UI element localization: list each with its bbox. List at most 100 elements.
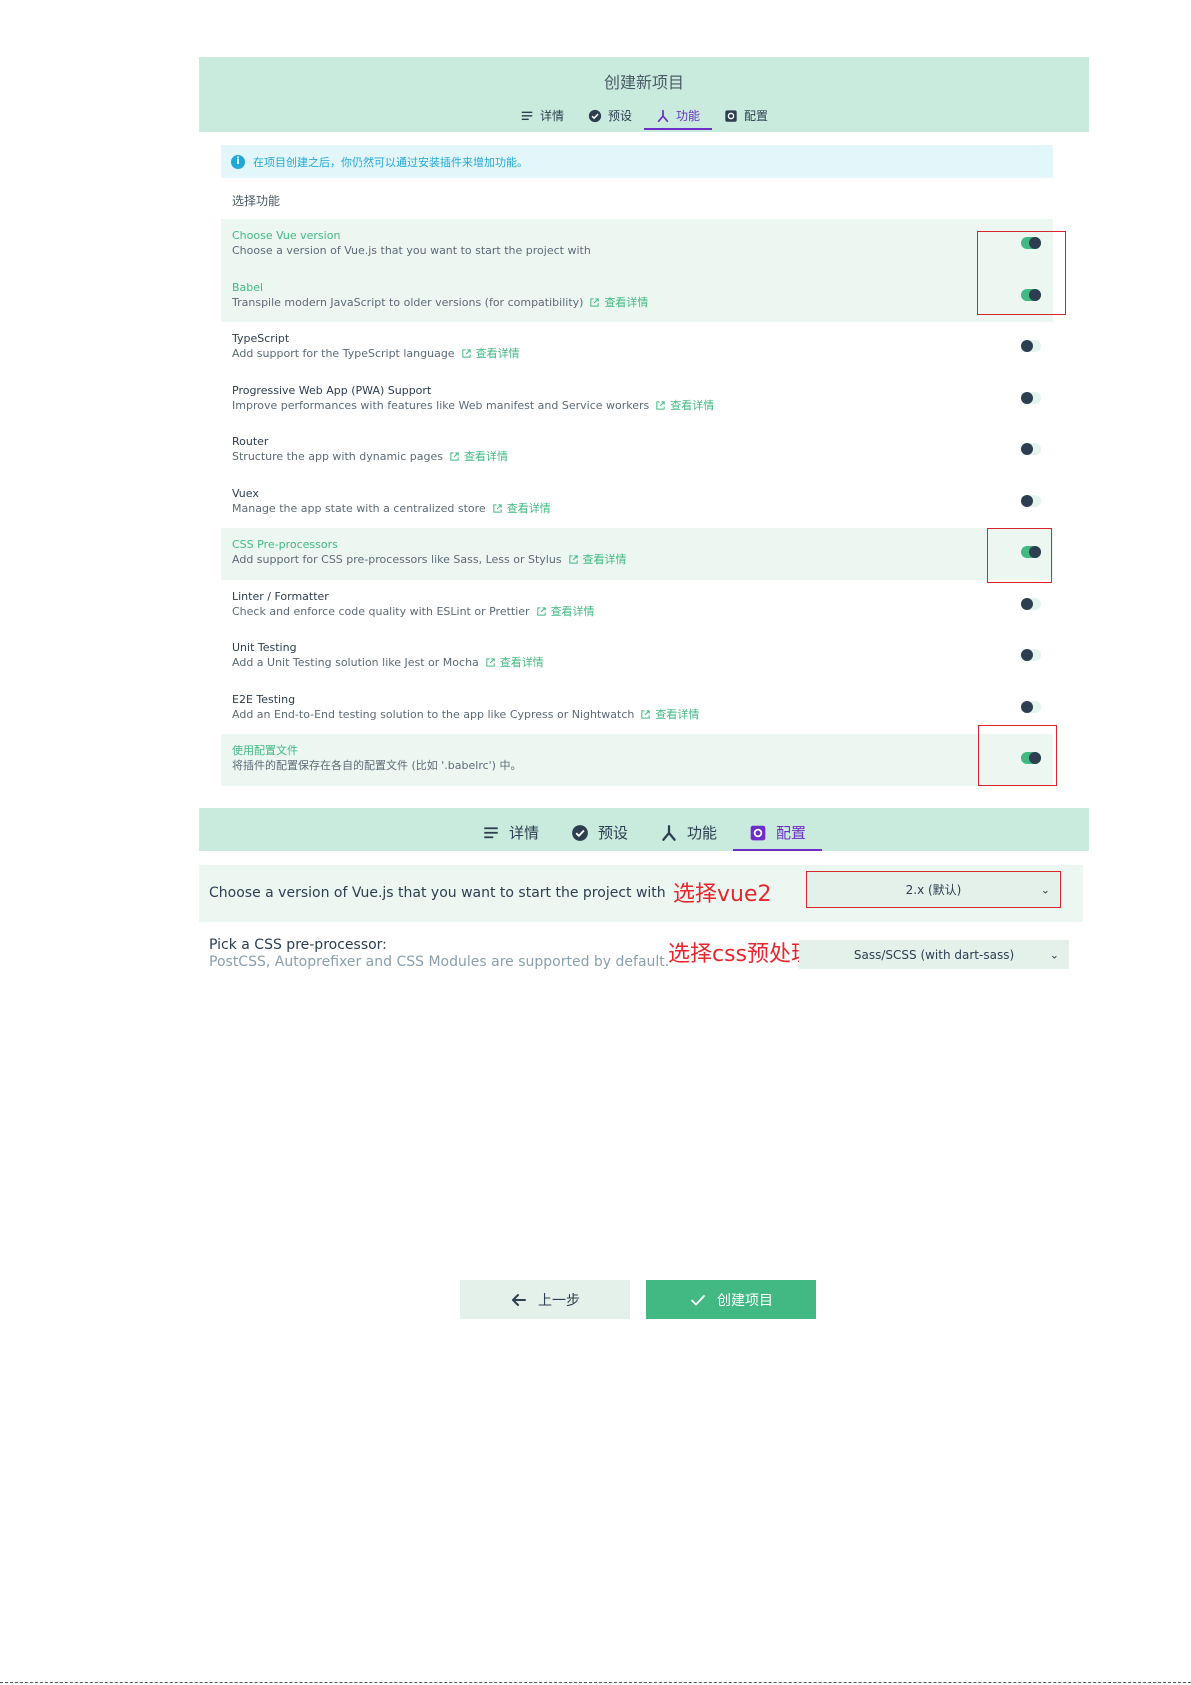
tab-label: 功能 bbox=[676, 109, 701, 123]
annotation-box bbox=[987, 528, 1052, 583]
wizard-header: 创建新项目 详情 预设 功能 配置 bbox=[199, 57, 1089, 132]
feature-description: Manage the app state with a centralized … bbox=[232, 501, 486, 515]
more-info-link[interactable]: 查看详情 bbox=[492, 501, 551, 516]
tab-label: 配置 bbox=[744, 109, 769, 123]
list-icon bbox=[484, 826, 498, 838]
feature-toggle[interactable] bbox=[1021, 597, 1041, 610]
page-divider bbox=[0, 1682, 1191, 1683]
annotation-box bbox=[977, 231, 1066, 315]
feature-item[interactable]: Unit Testing Add a Unit Testing solution … bbox=[221, 631, 1053, 683]
feature-description: Add support for CSS pre-processors like … bbox=[232, 553, 562, 566]
fork-icon bbox=[662, 824, 676, 841]
feature-item[interactable]: TypeScript Add support for the TypeScript… bbox=[221, 322, 1053, 374]
more-info-link[interactable]: 查看详情 bbox=[536, 604, 595, 619]
feature-name: 使用配置文件 bbox=[232, 744, 298, 757]
arrow-left-icon bbox=[512, 1293, 526, 1306]
feature-item[interactable]: Router Structure the app with dynamic pag… bbox=[221, 425, 1053, 477]
feature-item[interactable]: Linter / Formatter Check and enforce code… bbox=[221, 580, 1053, 632]
external-link-icon bbox=[536, 606, 546, 616]
tab-details[interactable]: 详情 bbox=[466, 814, 555, 851]
feature-name: Progressive Web App (PWA) Support bbox=[232, 383, 432, 397]
prev-button[interactable]: 上一步 bbox=[460, 1280, 630, 1319]
feature-description: Add support for the TypeScript language bbox=[232, 347, 455, 360]
feature-name: Linter / Formatter bbox=[232, 589, 329, 603]
more-info-link[interactable]: 查看详情 bbox=[449, 449, 508, 464]
feature-toggle[interactable] bbox=[1021, 391, 1041, 404]
feature-description: 将插件的配置保存在各自的配置文件 (比如 '.babelrc') 中。 bbox=[232, 759, 522, 772]
feature-description-line: Add an End-to-End testing solution to th… bbox=[232, 707, 1053, 722]
feature-description-line: Improve performances with features like … bbox=[232, 398, 1053, 413]
more-info-link[interactable]: 查看详情 bbox=[655, 398, 714, 413]
tab-features[interactable]: 功能 bbox=[644, 101, 713, 130]
feature-description-line: Choose a version of Vue.js that you want… bbox=[232, 243, 1053, 258]
tab-details[interactable]: 详情 bbox=[508, 101, 576, 130]
more-info-label: 查看详情 bbox=[499, 656, 544, 669]
external-link-icon bbox=[461, 349, 471, 358]
feature-name: E2E Testing bbox=[232, 692, 296, 706]
feature-description: Add an End-to-End testing solution to th… bbox=[232, 707, 635, 721]
feature-toggle[interactable] bbox=[1021, 700, 1041, 713]
more-info-link[interactable]: 查看详情 bbox=[568, 552, 627, 567]
tab-presets[interactable]: 预设 bbox=[576, 101, 644, 130]
config-tabs-bar: 详情 预设 功能 配置 bbox=[199, 808, 1089, 851]
toggle-knob bbox=[1021, 443, 1033, 455]
vue-version-label: Choose a version of Vue.js that you want… bbox=[209, 885, 666, 901]
tab-presets[interactable]: 预设 bbox=[555, 814, 644, 851]
feature-item[interactable]: 使用配置文件将插件的配置保存在各自的配置文件 (比如 '.babelrc') 中… bbox=[221, 734, 1053, 786]
tab-features[interactable]: 功能 bbox=[644, 814, 733, 851]
more-info-link[interactable]: 查看详情 bbox=[461, 346, 520, 361]
tab-label: 功能 bbox=[687, 824, 718, 842]
feature-description: Add a Unit Testing solution like Jest or… bbox=[232, 656, 479, 669]
feature-name: Babel bbox=[232, 280, 264, 294]
feature-description-line: Add a Unit Testing solution like Jest or… bbox=[232, 655, 1053, 670]
feature-toggle[interactable] bbox=[1021, 494, 1041, 507]
feature-item[interactable]: Choose Vue version Choose a version of Vu… bbox=[221, 219, 1053, 271]
toggle-knob bbox=[1021, 700, 1033, 713]
more-info-label: 查看详情 bbox=[582, 553, 627, 566]
feature-item[interactable]: Vuex Manage the app state with a centrali… bbox=[221, 477, 1053, 529]
css-preprocessor-label: Pick a CSS pre-processor: bbox=[209, 937, 387, 953]
external-link-icon bbox=[450, 452, 459, 461]
external-link-icon bbox=[656, 400, 665, 410]
external-link-icon bbox=[641, 709, 651, 719]
feature-toggle[interactable] bbox=[1021, 340, 1041, 352]
more-info-label: 查看详情 bbox=[506, 501, 551, 515]
feature-item[interactable]: Progressive Web App (PWA) Support Improve… bbox=[221, 374, 1053, 426]
more-info-link[interactable]: 查看详情 bbox=[485, 655, 544, 670]
feature-name: Router bbox=[232, 435, 269, 448]
check-circle-icon bbox=[572, 824, 588, 841]
feature-toggle[interactable] bbox=[1021, 649, 1041, 661]
more-info-label: 查看详情 bbox=[475, 347, 520, 360]
info-banner: i 在项目创建之后，你仍然可以通过安装插件来增加功能。 bbox=[221, 145, 1053, 178]
section-heading: 选择功能 bbox=[232, 194, 281, 208]
feature-description: Choose a version of Vue.js that you want… bbox=[232, 244, 591, 257]
more-info-link[interactable]: 查看详情 bbox=[589, 295, 648, 310]
chevron-down-icon: ⌄ bbox=[1049, 948, 1059, 961]
feature-name: CSS Pre-processors bbox=[232, 538, 338, 551]
feature-toggle[interactable] bbox=[1021, 443, 1041, 455]
select-value: Sass/SCSS (with dart-sass) bbox=[853, 947, 1015, 962]
create-project-button[interactable]: 创建项目 bbox=[646, 1280, 816, 1319]
tab-label: 预设 bbox=[607, 109, 632, 123]
feature-description-line: Transpile modern JavaScript to older ver… bbox=[232, 295, 1053, 310]
feature-item[interactable]: Babel Transpile modern JavaScript to olde… bbox=[221, 270, 1053, 322]
wizard-tabs: 详情 预设 功能 配置 bbox=[199, 101, 1089, 130]
toggle-knob bbox=[1021, 391, 1033, 404]
tab-config[interactable]: 配置 bbox=[733, 814, 823, 851]
feature-description: Structure the app with dynamic pages bbox=[232, 450, 443, 463]
css-preprocessor-sublabel: PostCSS, Autoprefixer and CSS Modules ar… bbox=[209, 954, 670, 970]
feature-item[interactable]: E2E Testing Add an End-to-End testing sol… bbox=[221, 683, 1053, 735]
feature-description-line: 将插件的配置保存在各自的配置文件 (比如 '.babelrc') 中。 bbox=[232, 758, 1053, 773]
tab-label: 详情 bbox=[539, 109, 564, 123]
more-info-label: 查看详情 bbox=[670, 398, 715, 412]
more-info-label: 查看详情 bbox=[463, 450, 508, 463]
more-info-link[interactable]: 查看详情 bbox=[640, 707, 699, 722]
feature-description: Improve performances with features like … bbox=[232, 398, 650, 412]
tab-config[interactable]: 配置 bbox=[712, 101, 780, 130]
tab-label: 预设 bbox=[597, 824, 628, 842]
css-preprocessor-select[interactable]: Sass/SCSS (with dart-sass) ⌄ bbox=[799, 940, 1069, 969]
more-info-label: 查看详情 bbox=[655, 707, 700, 721]
feature-name: Unit Testing bbox=[232, 641, 297, 654]
feature-item[interactable]: CSS Pre-processors Add support for CSS pr… bbox=[221, 528, 1053, 580]
feature-description: Transpile modern JavaScript to older ver… bbox=[232, 295, 584, 309]
